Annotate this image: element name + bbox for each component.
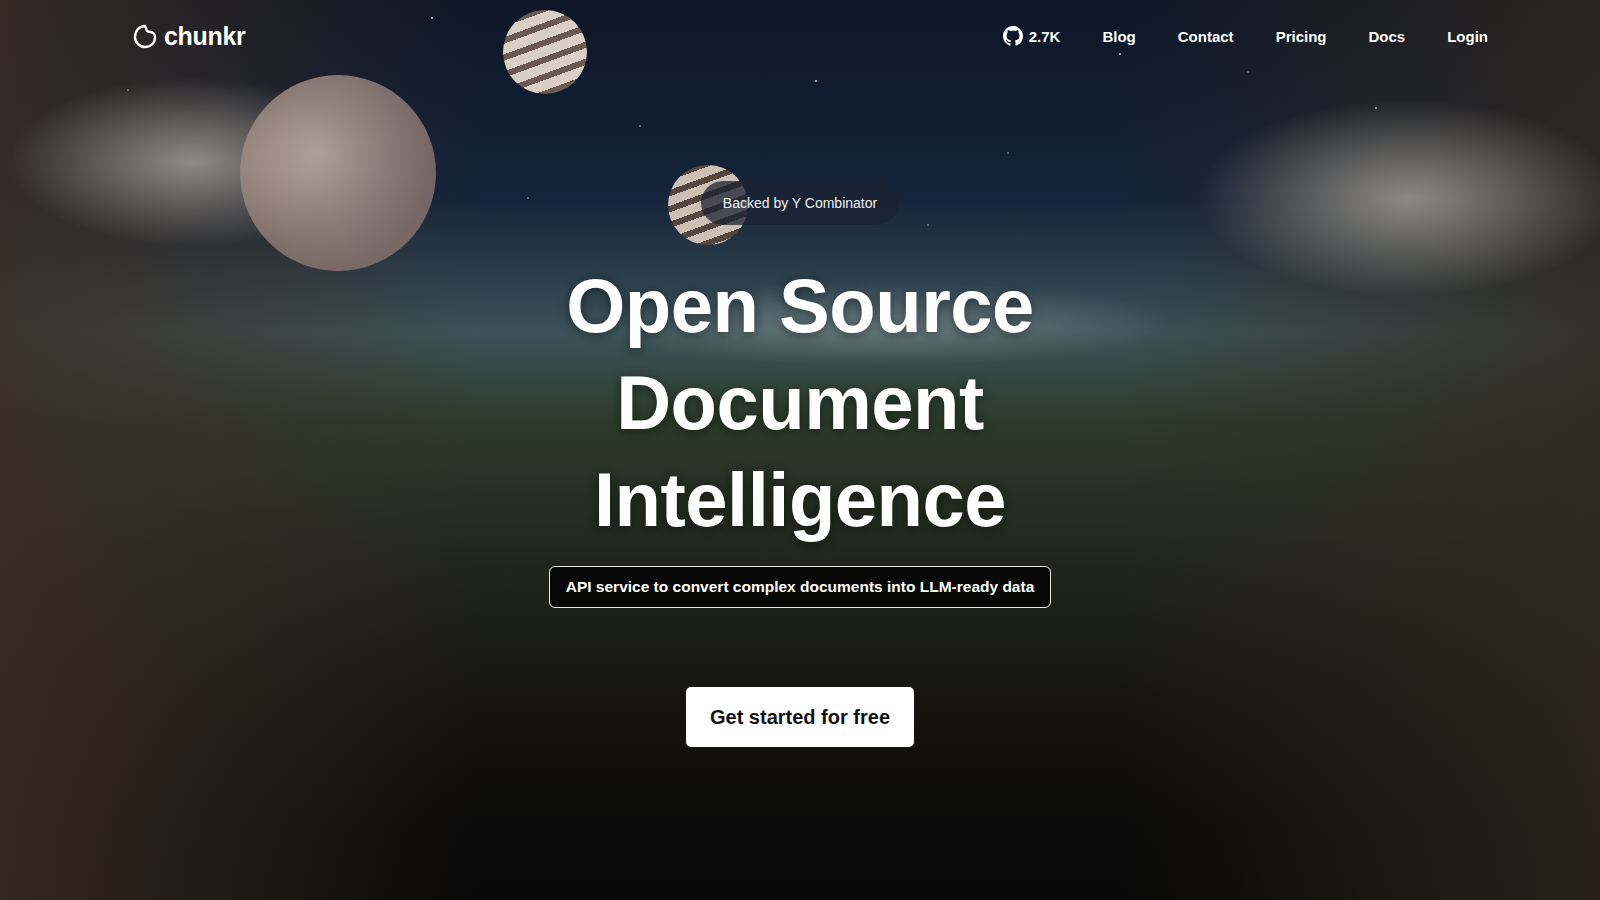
chunkr-logo-icon: [132, 23, 158, 49]
hero-title: Open SourceDocumentIntelligence: [566, 257, 1034, 548]
hero: Backed by Y Combinator Open SourceDocumen…: [549, 72, 1052, 747]
moon: [240, 75, 436, 271]
nav-link[interactable]: Blog: [1102, 28, 1135, 45]
nav-link[interactable]: Contact: [1178, 28, 1234, 45]
planet: [503, 10, 587, 94]
github-link[interactable]: 2.7K: [1003, 26, 1061, 46]
logo[interactable]: chunkr: [132, 22, 246, 51]
get-started-button[interactable]: Get started for free: [686, 687, 914, 747]
hero-title-line: Intelligence: [566, 451, 1034, 548]
github-icon: [1003, 26, 1023, 46]
hero-background: chunkr 2.7K Blog Contact Pricing Docs Login Bac…: [0, 0, 1600, 900]
hero-subtitle: API service to convert complex documents…: [549, 566, 1052, 608]
top-nav: chunkr 2.7K Blog Contact Pricing Docs Login: [0, 0, 1600, 72]
nav-link[interactable]: Docs: [1368, 28, 1405, 45]
hero-title-line: Open Source: [566, 257, 1034, 354]
nav-link[interactable]: Login: [1447, 28, 1488, 45]
github-stars: 2.7K: [1029, 28, 1061, 45]
hero-title-line: Document: [566, 354, 1034, 451]
nav-link[interactable]: Pricing: [1276, 28, 1327, 45]
nav-links: 2.7K Blog Contact Pricing Docs Login: [1003, 26, 1488, 46]
yc-badge: Backed by Y Combinator: [701, 181, 899, 225]
logo-text: chunkr: [164, 22, 246, 51]
stars: [0, 0, 1600, 900]
